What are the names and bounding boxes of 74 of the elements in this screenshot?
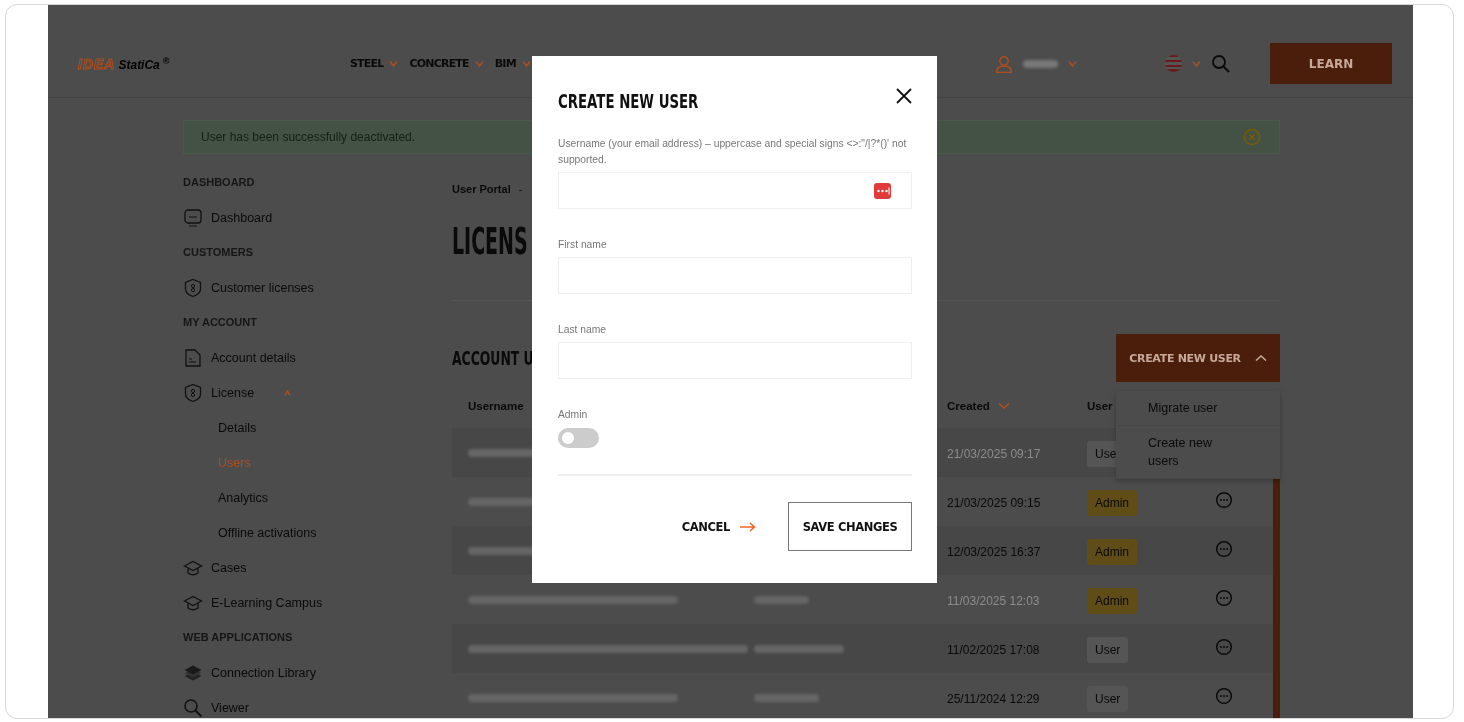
role-badge: Admin — [1087, 489, 1137, 516]
search-icon[interactable] — [1211, 54, 1230, 73]
menu-item[interactable]: Migrate user — [1116, 391, 1280, 426]
sidebar-subitem[interactable]: Offline activations — [218, 520, 317, 545]
page-title: LICENS — [452, 218, 528, 265]
shield-icon — [183, 382, 203, 403]
field-label: Username (your email address) – uppercase and special signs <>:"/|?*()' not supported. — [558, 137, 908, 167]
blurred-text — [1023, 59, 1058, 68]
blurred-text — [754, 693, 819, 702]
learn-button[interactable]: LEARN — [1270, 43, 1392, 84]
close-button[interactable] — [896, 88, 912, 104]
sidebar-item[interactable]: Customer licenses — [183, 275, 314, 300]
role-badge: Admin — [1087, 587, 1137, 614]
chevron-icon — [1068, 60, 1077, 67]
search-icon — [183, 697, 203, 718]
admin-toggle[interactable] — [558, 428, 599, 448]
document-icon — [183, 347, 203, 368]
sidebar-item[interactable]: Connection Library — [183, 660, 316, 685]
modal-title: CREATE NEW USER — [558, 90, 699, 112]
field-label: Last name — [558, 323, 608, 337]
section-title: ACCOUNT U — [452, 346, 534, 370]
date-text: 21/03/2025 09:15 — [947, 495, 1041, 510]
column-header[interactable]: User — [1087, 400, 1113, 412]
sidebar-subitem[interactable]: Analytics — [218, 485, 269, 510]
chevron-icon — [389, 60, 399, 67]
date-text: 12/03/2025 16:37 — [947, 544, 1041, 559]
sidebar-item[interactable]: E-Learning Campus — [183, 590, 323, 615]
monitor-icon — [183, 207, 203, 228]
save-button[interactable]: SAVE CHANGES — [788, 502, 912, 551]
sidebar-item[interactable]: License — [183, 380, 292, 405]
input-field[interactable] — [558, 172, 912, 209]
password-manager-icon[interactable] — [874, 182, 891, 199]
menu-item[interactable]: Create new users — [1116, 426, 1280, 479]
chevron-icon — [521, 60, 531, 67]
date-text: 25/11/2024 12:29 — [947, 691, 1040, 706]
shield-icon — [183, 277, 203, 298]
field-label: First name — [558, 238, 608, 252]
more-options-icon[interactable] — [1215, 539, 1233, 558]
chevron-icon — [474, 60, 484, 67]
more-options-icon[interactable] — [1215, 637, 1233, 656]
role-badge: User — [1087, 685, 1129, 712]
logo[interactable]: IDEA StatiCa ® — [78, 55, 170, 72]
sidebar-item[interactable]: Account details — [183, 345, 296, 370]
nav-menu[interactable]: CONCRETE — [409, 57, 484, 70]
sidebar-item[interactable]: Viewer — [183, 695, 249, 718]
role-badge: User — [1087, 636, 1129, 663]
breadcrumb-separator: - — [518, 183, 523, 197]
user-icon[interactable] — [995, 54, 1013, 73]
sidebar-item[interactable]: Dashboard — [183, 205, 273, 230]
date-text: 11/03/2025 12:03 — [947, 593, 1040, 608]
more-options-icon[interactable] — [1215, 588, 1233, 607]
role-badge: Admin — [1087, 538, 1137, 565]
flag-icon[interactable] — [1165, 55, 1182, 72]
close-icon — [896, 88, 912, 104]
nav-menu[interactable]: BIM — [494, 57, 531, 70]
breadcrumb-link[interactable]: User Portal — [452, 183, 511, 201]
chevron-icon — [1192, 60, 1201, 67]
sidebar-subitem[interactable]: Details — [218, 415, 257, 440]
create-user-button[interactable]: CREATE NEW USER — [1116, 334, 1280, 382]
column-header[interactable]: Username — [468, 400, 524, 412]
column-header[interactable]: Created — [947, 400, 1010, 412]
sort-icon — [997, 403, 1010, 409]
sidebar-subitem[interactable]: Users — [218, 450, 251, 475]
close-icon[interactable] — [1243, 128, 1261, 146]
date-text: 21/03/2025 09:17 — [947, 446, 1041, 461]
toggle-label: Admin — [558, 408, 589, 422]
arrow-icon — [740, 521, 756, 532]
blurred-text — [754, 595, 809, 604]
cancel-button[interactable]: CANCEL — [681, 519, 756, 534]
nav-menu[interactable]: STEEL — [350, 57, 399, 70]
more-options-icon[interactable] — [1215, 686, 1233, 705]
date-text: 11/02/2025 17:08 — [947, 642, 1040, 657]
more-options-icon[interactable] — [1215, 490, 1233, 509]
sidebar-item[interactable]: Cases — [183, 555, 247, 580]
